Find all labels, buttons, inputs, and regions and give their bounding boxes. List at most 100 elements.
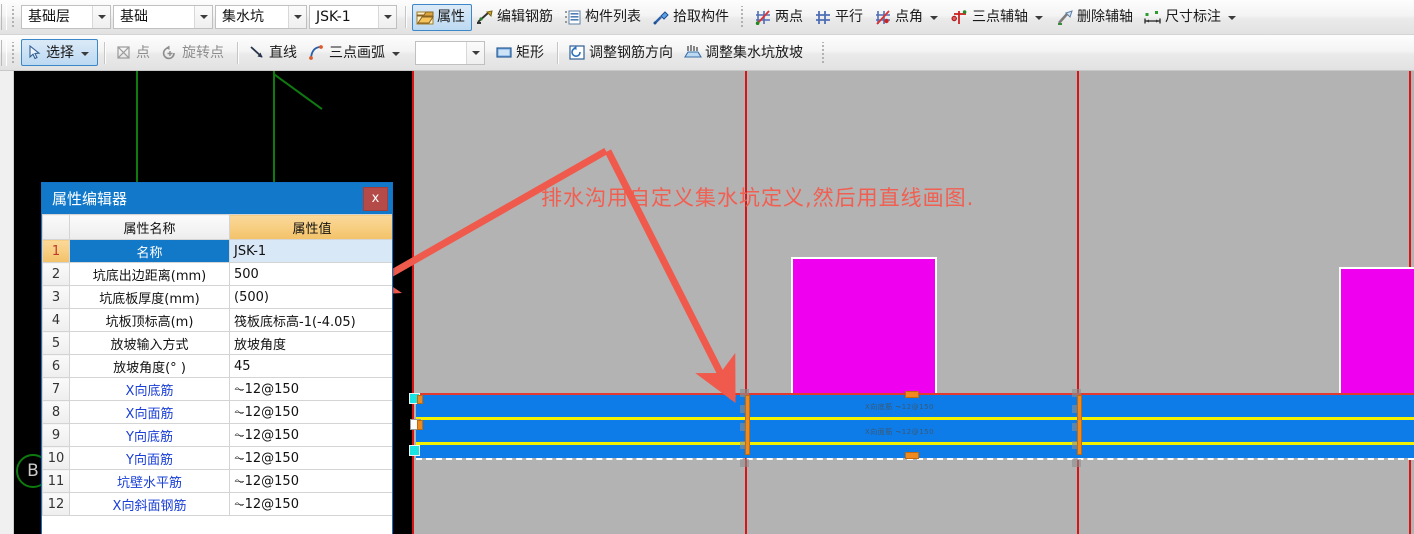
properties-label: 属性 <box>437 9 465 25</box>
property-row[interactable]: 12 X向斜面钢筋 ⏦12@150 <box>42 492 392 516</box>
component-name-combo[interactable]: JSK-1 <box>309 5 397 29</box>
toolbar-gripper-4[interactable] <box>820 41 827 64</box>
property-row[interactable]: 2 坑底出边距离(mm) 500 <box>42 262 392 286</box>
sump-rect-1[interactable] <box>791 257 937 397</box>
adjust-rebar-direction-button[interactable]: 调整钢筋方向 <box>564 39 680 66</box>
parallel-axis-button[interactable]: 平行 <box>810 4 870 31</box>
toolbar-gripper[interactable] <box>10 6 17 28</box>
rectangle-button[interactable]: 矩形 <box>491 39 551 66</box>
floor-combo[interactable]: 基础层 <box>21 5 111 29</box>
property-row-name: Y向底筋 <box>69 423 230 447</box>
property-row-name: 坑壁水平筋 <box>69 469 230 493</box>
three-point-arc-button[interactable]: 三点画弧 <box>304 39 409 66</box>
chevron-down-icon[interactable] <box>92 6 110 28</box>
header-property-value: 属性值 <box>229 214 392 240</box>
property-row-name: 放坡输入方式 <box>69 331 230 355</box>
toolbar-separator <box>405 6 406 28</box>
property-row[interactable]: 9 Y向底筋 ⏦12@150 <box>42 423 392 447</box>
property-row-index: 10 <box>42 446 70 470</box>
property-row[interactable]: 8 X向面筋 ⏦12@150 <box>42 400 392 424</box>
chevron-down-icon[interactable] <box>466 41 484 64</box>
chevron-down-icon[interactable] <box>81 51 89 56</box>
line-button[interactable]: 直线 <box>244 39 304 66</box>
property-row-index: 7 <box>42 377 70 401</box>
grip-handle-orange-right[interactable] <box>1077 395 1082 455</box>
chevron-down-icon[interactable] <box>930 16 938 20</box>
component-type-combo[interactable]: 集水坑 <box>215 5 307 29</box>
chevron-down-icon[interactable] <box>1035 16 1043 20</box>
edit-rebar-button[interactable]: 编辑钢筋 <box>472 4 560 31</box>
toolbar-gripper-2[interactable] <box>739 6 746 28</box>
category-combo-value: 基础 <box>120 9 148 25</box>
header-property-name: 属性名称 <box>69 214 230 240</box>
dimension-button[interactable]: 尺寸标注 <box>1140 4 1245 31</box>
close-icon[interactable]: x <box>363 186 388 211</box>
property-editor-dialog[interactable]: 属性编辑器 x 属性名称 属性值 1 名称 JSK-1 2 坑底出边距离(mm) 500 3… <box>41 182 393 534</box>
grip-handle-orange-mid[interactable] <box>745 395 750 455</box>
property-row-value[interactable]: 45 <box>229 354 392 378</box>
chevron-down-icon[interactable] <box>378 6 396 28</box>
property-row-value[interactable]: ⏦12@150 <box>229 400 392 424</box>
property-row[interactable]: 10 Y向面筋 ⏦12@150 <box>42 446 392 470</box>
property-row[interactable]: 1 名称 JSK-1 <box>42 239 392 263</box>
property-editor-title: 属性编辑器 <box>52 190 128 208</box>
property-row[interactable]: 7 X向底筋 ⏦12@150 <box>42 377 392 401</box>
grip-handle-3[interactable] <box>409 445 420 456</box>
property-row-value[interactable]: (500) <box>229 285 392 309</box>
grid-line-red-1 <box>412 71 414 534</box>
point-angle-axis-label: 点角 <box>895 9 923 25</box>
property-row-value[interactable]: 放坡角度 <box>229 331 392 355</box>
property-row-index: 11 <box>42 469 70 493</box>
delete-aux-axis-button[interactable]: 删除辅轴 <box>1052 4 1140 31</box>
property-row-value[interactable]: JSK-1 <box>229 239 392 263</box>
arc-icon <box>308 44 326 61</box>
property-row-value[interactable]: ⏦12@150 <box>229 492 392 516</box>
category-combo[interactable]: 基础 <box>113 5 213 29</box>
adjust-rebar-icon <box>568 44 586 61</box>
toolbar-gripper-3[interactable] <box>10 41 17 64</box>
axis-bubble-label: B <box>27 461 39 481</box>
select-button[interactable]: 选择 <box>21 39 98 66</box>
property-row[interactable]: 11 坑壁水平筋 ⏦12@150 <box>42 469 392 493</box>
delete-axis-icon <box>1056 9 1074 26</box>
two-point-axis-button[interactable]: 两点 <box>750 4 810 31</box>
property-row[interactable]: 6 放坡角度(° ) 45 <box>42 354 392 378</box>
property-row-value[interactable]: 筏板底标高-1(-4.05) <box>229 308 392 332</box>
property-table-body: 1 名称 JSK-1 2 坑底出边距离(mm) 500 3 坑底板厚度(mm) (500) 4 坑板… <box>42 239 392 516</box>
chevron-down-icon[interactable] <box>1228 16 1236 20</box>
property-row-value[interactable]: 500 <box>229 262 392 286</box>
adjust-pit-slope-label: 调整集水坑放坡 <box>705 44 803 61</box>
sump-rect-2[interactable] <box>1339 267 1414 407</box>
point-angle-axis-button[interactable]: 点角 <box>870 4 947 31</box>
line-label: 直线 <box>269 44 297 61</box>
pick-component-button[interactable]: 拾取构件 <box>648 4 736 31</box>
midpoint-marker-top[interactable] <box>905 391 919 398</box>
chevron-down-icon[interactable] <box>392 51 400 56</box>
grip-handle-r5[interactable] <box>1072 459 1081 467</box>
grip-handle-orange-2[interactable] <box>417 420 423 430</box>
property-editor-titlebar[interactable]: 属性编辑器 x <box>42 183 392 214</box>
property-row[interactable]: 4 坑板顶标高(m) 筏板底标高-1(-4.05) <box>42 308 392 332</box>
property-row[interactable]: 5 放坡输入方式 放坡角度 <box>42 331 392 355</box>
property-row-value[interactable]: ⏦12@150 <box>229 377 392 401</box>
property-row-value[interactable]: ⏦12@150 <box>229 446 392 470</box>
midpoint-marker-bottom[interactable] <box>905 452 919 459</box>
properties-button[interactable]: 属性 <box>412 3 472 31</box>
chevron-down-icon[interactable] <box>194 6 212 28</box>
property-row-value[interactable]: ⏦12@150 <box>229 423 392 447</box>
chevron-down-icon[interactable] <box>288 6 306 28</box>
three-point-axis-button[interactable]: 三点辅轴 <box>947 4 1052 31</box>
rectangle-label: 矩形 <box>516 44 544 61</box>
grip-handle-orange-1[interactable] <box>417 395 423 404</box>
property-row[interactable]: 3 坑底板厚度(mm) (500) <box>42 285 392 309</box>
component-list-button[interactable]: 构件列表 <box>560 4 648 31</box>
toolbar-top: 基础层 基础 集水坑 JSK-1 属性 编辑钢筋 构件列表 拾取构件 两点 平行… <box>0 0 1414 35</box>
parallel-axis-label: 平行 <box>835 9 863 25</box>
property-row-value[interactable]: ⏦12@150 <box>229 469 392 493</box>
adjust-pit-slope-button[interactable]: 调整集水坑放坡 <box>680 39 810 66</box>
rotate-point-button[interactable]: 旋转点 <box>157 39 231 66</box>
grip-handle-mid-5[interactable] <box>740 459 749 467</box>
draw-mode-combo[interactable] <box>415 40 485 65</box>
point-button[interactable]: 点 <box>111 39 157 66</box>
property-row-name: Y向面筋 <box>69 446 230 470</box>
